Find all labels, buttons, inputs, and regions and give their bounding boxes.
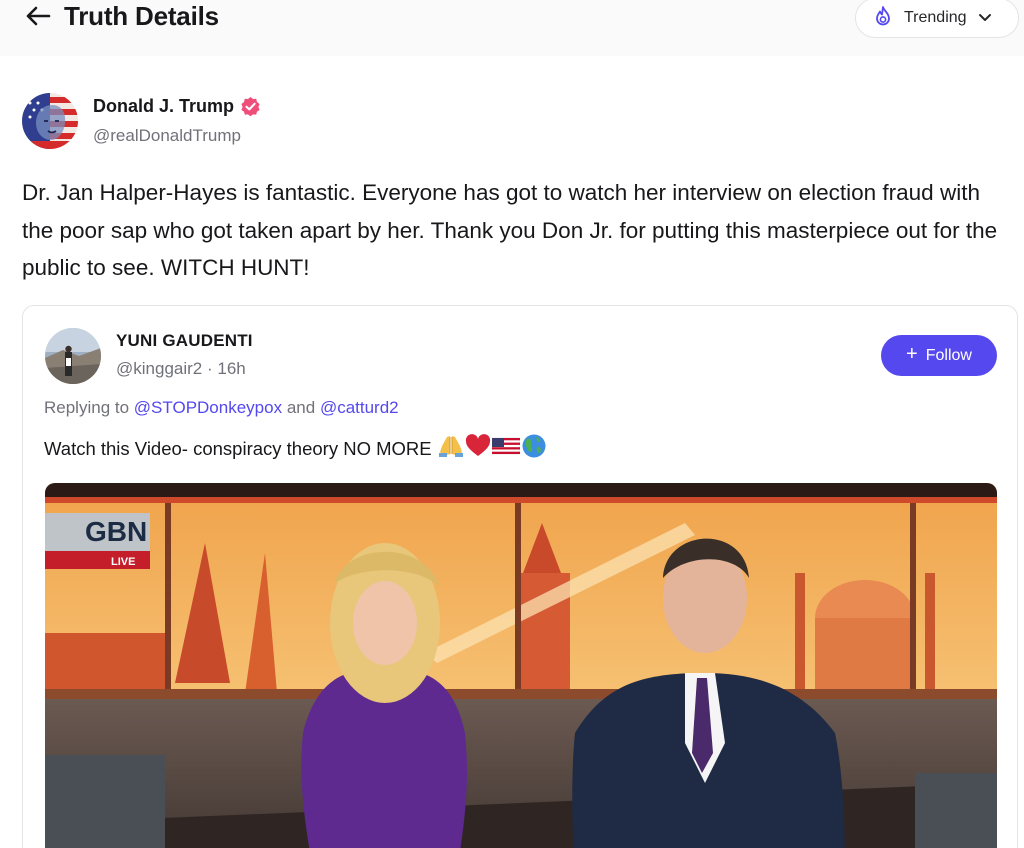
mention-link[interactable]: @STOPDonkeypox [134,398,282,417]
quoted-author-name[interactable]: YUNI GAUDENTI [116,331,253,351]
flame-icon [873,5,893,32]
post-time[interactable]: 16h [217,359,245,379]
mention-link[interactable]: @catturd2 [320,398,399,417]
praying-hands-icon [438,434,464,463]
gbn-logo: GBN [85,516,147,547]
replying-to-line: Replying to @STOPDonkeypox and @catturd2 [44,398,399,418]
verified-badge-icon [240,96,261,117]
follow-label: Follow [925,346,972,364]
video-thumbnail[interactable]: GBN LIVE [45,483,997,848]
author-name[interactable]: Donald J. Trump [93,96,234,117]
trending-label: Trending [904,9,967,26]
red-heart-icon [465,434,491,463]
quoted-author-handle[interactable]: @kinggair2 [116,359,202,379]
author-handle[interactable]: @realDonaldTrump [93,126,241,146]
us-flag-icon [491,435,520,462]
follow-button[interactable]: + Follow [881,335,997,376]
live-label: LIVE [111,556,135,568]
arrow-left-icon [25,5,51,32]
reply-prefix: Replying to [44,398,130,417]
trending-dropdown[interactable]: Trending [855,0,1019,38]
chevron-down-icon [978,13,992,23]
top-bar: Truth Details Trending [0,0,1024,56]
post-text: Dr. Jan Halper-Hayes is fantastic. Every… [22,180,998,280]
page-title: Truth Details [64,1,219,31]
quoted-post-text: Watch this Video- conspiracy theory NO M… [44,437,432,459]
quoted-post-card[interactable]: YUNI GAUDENTI @kinggair2 · 16h + Follow … [22,305,1018,848]
plus-icon: + [906,343,918,365]
back-button[interactable] [24,5,52,31]
globe-americas-icon [521,433,547,464]
quoted-author-avatar[interactable] [45,328,101,384]
meta-separator: · [202,359,218,378]
reply-joiner: and [286,398,316,417]
author-avatar[interactable] [22,93,78,149]
